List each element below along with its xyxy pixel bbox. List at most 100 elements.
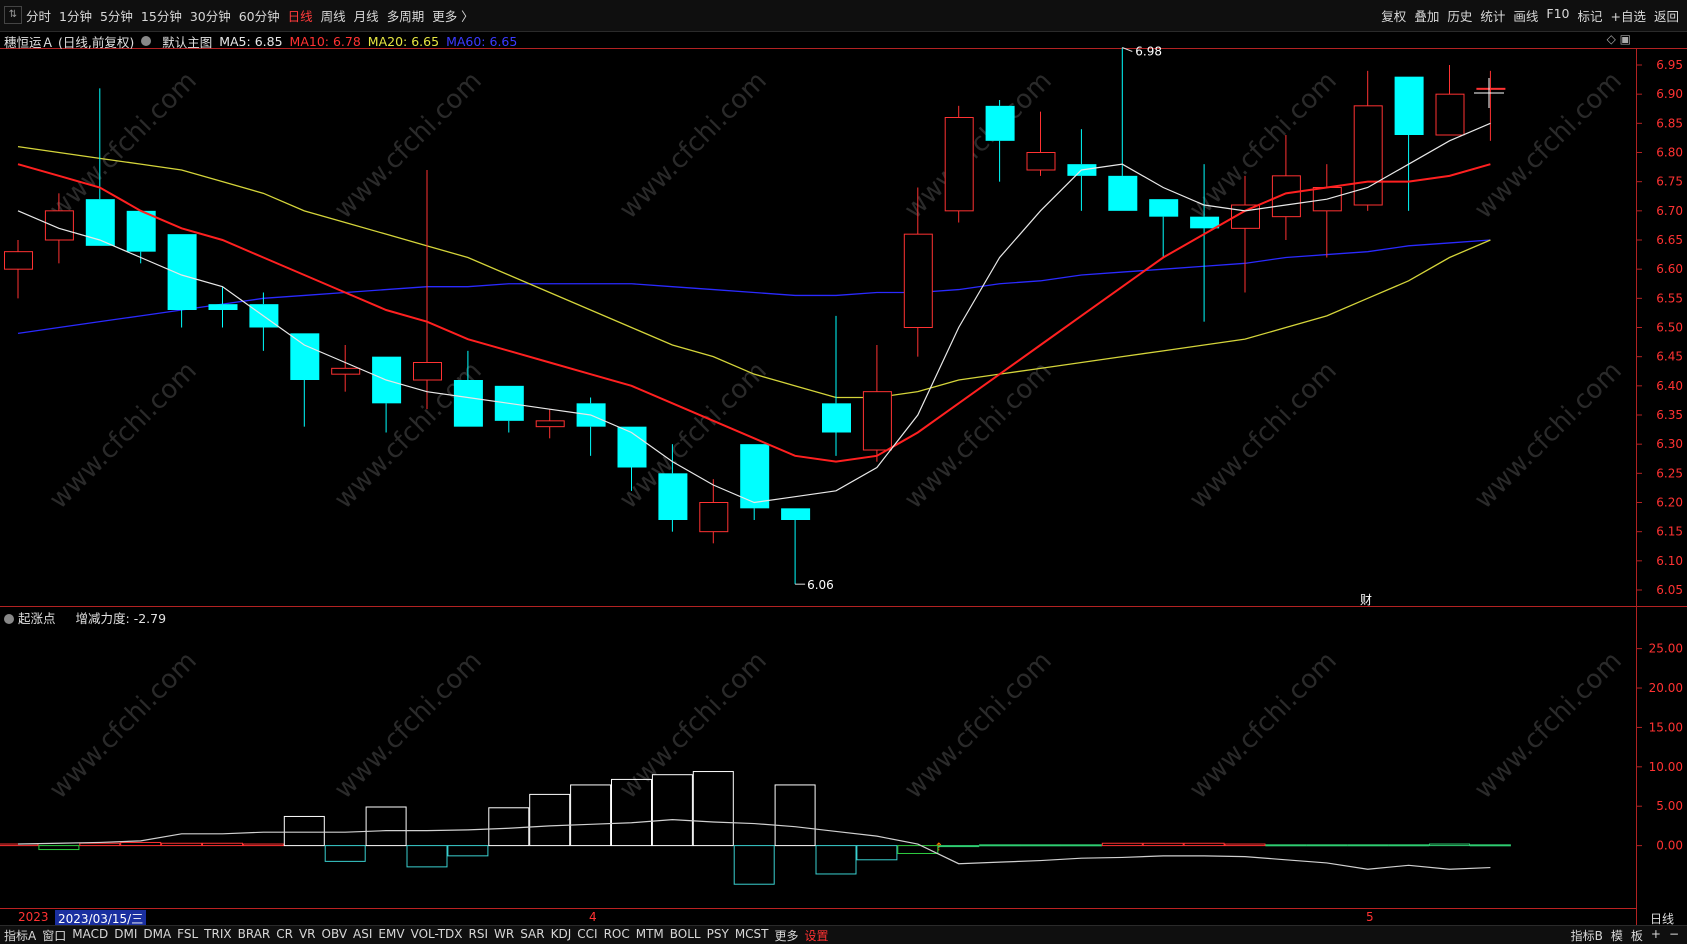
- bottom-right-2[interactable]: 板: [1631, 927, 1643, 944]
- event-marker-icon: 财: [1360, 593, 1372, 607]
- indicator-tab-5[interactable]: FSL: [177, 927, 198, 944]
- indicator-tab-21[interactable]: BOLL: [670, 927, 701, 944]
- sub-bar: [79, 842, 121, 847]
- period-tab-9[interactable]: 多周期: [387, 6, 425, 25]
- sub-bar: [283, 815, 325, 847]
- candle-body: [1435, 93, 1465, 136]
- indicator-tab-12[interactable]: EMV: [378, 927, 404, 944]
- stock-name[interactable]: 穗恒运Ａ (日线,前复权): [4, 32, 134, 51]
- indicator-tab-8[interactable]: CR: [276, 927, 293, 944]
- candle: [1394, 76, 1424, 211]
- indicator-tab-9[interactable]: VR: [299, 927, 316, 944]
- toolbar-right-1[interactable]: 叠加: [1414, 6, 1439, 25]
- sub-label: 25.00: [1649, 642, 1683, 656]
- indicator-tab-22[interactable]: PSY: [707, 927, 729, 944]
- bottom-right-0[interactable]: 指标B: [1571, 927, 1603, 944]
- indicator-tab-11[interactable]: ASI: [353, 927, 372, 944]
- period-tab-7[interactable]: 周线: [321, 6, 346, 25]
- indicator-tab-10[interactable]: OBV: [322, 927, 348, 944]
- indicator-tab-17[interactable]: KDJ: [551, 927, 572, 944]
- indicator-tab-2[interactable]: MACD: [72, 927, 108, 944]
- candle: [453, 350, 483, 427]
- candle-body: [413, 362, 442, 381]
- indicator-tab-6[interactable]: TRIX: [204, 927, 231, 944]
- period-tab-5[interactable]: 60分钟: [239, 6, 280, 25]
- candle: [535, 409, 565, 439]
- indicator-tab-19[interactable]: ROC: [604, 927, 630, 944]
- indicator-tab-15[interactable]: WR: [494, 927, 514, 944]
- bottom-right-4[interactable]: −: [1669, 927, 1679, 944]
- period-tab-8[interactable]: 月线: [354, 6, 379, 25]
- rise-point-arrow-icon: ⇡: [934, 841, 943, 854]
- toolbar-right-0[interactable]: 复权: [1381, 6, 1406, 25]
- price-label: 6.40: [1656, 379, 1683, 393]
- indicator-tab-3[interactable]: DMI: [114, 927, 137, 944]
- ma60-label: MA60: 6.65: [446, 33, 518, 49]
- indicator-tab-14[interactable]: RSI: [469, 927, 489, 944]
- price-label: 6.60: [1656, 262, 1683, 276]
- sub-indicator-name[interactable]: 起涨点: [18, 611, 56, 626]
- price-label: 6.10: [1656, 554, 1683, 568]
- price-label: 6.70: [1656, 204, 1683, 218]
- indicator-tab-20[interactable]: MTM: [636, 927, 664, 944]
- period-tab-10[interactable]: 更多 〉: [432, 6, 473, 25]
- main-chart-label[interactable]: 默认主图: [162, 32, 212, 51]
- indicator-gear-icon[interactable]: [4, 614, 14, 624]
- period-tab-6[interactable]: 日线: [288, 6, 313, 25]
- toolbar-right-3[interactable]: 统计: [1480, 6, 1505, 25]
- sub-bar: [242, 843, 284, 847]
- price-label: 6.55: [1656, 291, 1683, 305]
- sub-label: 10.00: [1649, 760, 1683, 774]
- indicator-tab-25[interactable]: 设置: [805, 927, 829, 944]
- bottom-right-3[interactable]: +: [1651, 927, 1661, 944]
- sub-bars-layer: [0, 771, 1511, 885]
- indicator-tab-24[interactable]: 更多: [775, 927, 799, 944]
- indicator-tab-0[interactable]: 指标A: [4, 927, 36, 944]
- candle: [413, 170, 442, 410]
- sub-bar: [897, 845, 939, 854]
- candle-body: [290, 333, 320, 380]
- period-tab-1[interactable]: 1分钟: [59, 6, 92, 25]
- window-controls[interactable]: ◇ ▣: [1607, 32, 1631, 46]
- indicator-tab-18[interactable]: CCI: [577, 927, 597, 944]
- price-label: 6.30: [1656, 437, 1683, 451]
- candle: [862, 345, 892, 462]
- period-tab-4[interactable]: 30分钟: [190, 6, 231, 25]
- indicator-tab-23[interactable]: MCST: [735, 927, 769, 944]
- sub-bar: [692, 771, 734, 847]
- period-tab-0[interactable]: 分时: [26, 6, 51, 25]
- bottom-right-1[interactable]: 模: [1611, 927, 1623, 944]
- arrows-icon[interactable]: ⇅: [4, 6, 22, 24]
- toolbar-right-7[interactable]: +自选: [1611, 6, 1646, 25]
- price-label: 6.50: [1656, 321, 1683, 335]
- toolbar-right-4[interactable]: 画线: [1513, 6, 1538, 25]
- price-label: 6.15: [1656, 525, 1683, 539]
- indicator-tab-4[interactable]: DMA: [143, 927, 171, 944]
- sub-bar: [1347, 844, 1389, 847]
- price-label: 6.95: [1656, 58, 1683, 72]
- toolbar-right-5[interactable]: F10: [1546, 6, 1569, 25]
- sub-bar: [324, 845, 366, 862]
- indicator-tab-13[interactable]: VOL-TDX: [411, 927, 463, 944]
- indicator-tab-1[interactable]: 窗口: [42, 927, 66, 944]
- date-axis: 2023 2023/03/15/三 4 5: [0, 908, 1636, 927]
- candle: [4, 240, 33, 299]
- ma60-line: [17, 239, 1491, 334]
- toolbar-right-6[interactable]: 标记: [1577, 6, 1602, 25]
- toolbar-right-8[interactable]: 返回: [1654, 6, 1679, 25]
- indicator-tab-16[interactable]: SAR: [520, 927, 544, 944]
- price-label: 6.85: [1656, 116, 1683, 130]
- date-prefix: 2023: [18, 910, 49, 924]
- low-label: 6.06: [807, 578, 834, 592]
- indicator-tab-7[interactable]: BRAR: [238, 927, 271, 944]
- period-tab-2[interactable]: 5分钟: [100, 6, 133, 25]
- candle-body: [1190, 216, 1220, 229]
- settings-gear-icon[interactable]: [141, 36, 152, 46]
- chart-canvas[interactable]: www.cfchi.com www.cfchi.com www.cfchi.com w…: [0, 0, 1687, 943]
- sub-bar: [1429, 843, 1470, 847]
- candle-body: [903, 233, 933, 329]
- period-tab-3[interactable]: 15分钟: [141, 6, 182, 25]
- sub-bar: [365, 806, 407, 847]
- toolbar-right-2[interactable]: 历史: [1447, 6, 1472, 25]
- candle-body: [1149, 199, 1179, 217]
